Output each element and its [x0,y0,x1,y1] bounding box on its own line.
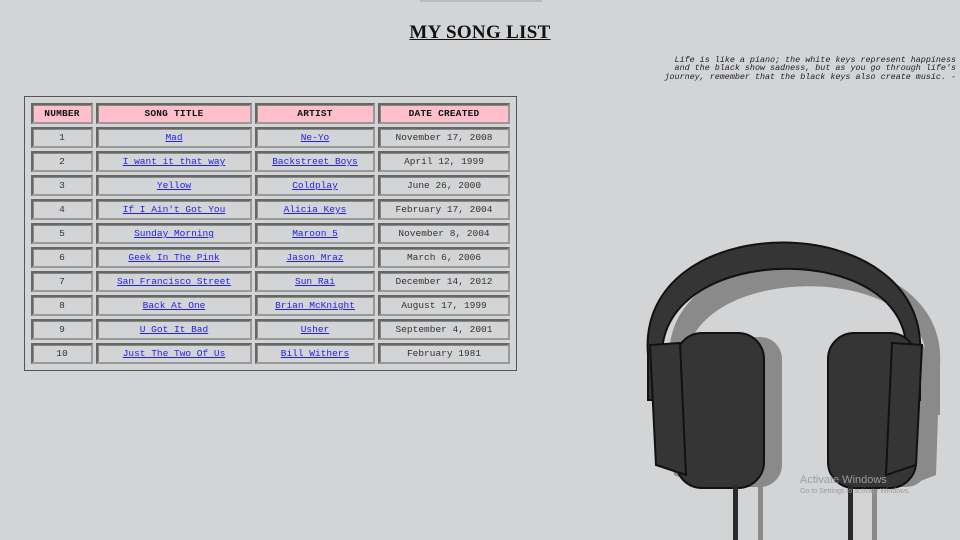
song-title-cell[interactable]: Sunday Morning [96,223,252,244]
number-cell: 7 [31,271,93,292]
table-row: 1 Mad Ne-Yo November 17, 2008 [31,127,510,148]
song-title-cell[interactable]: If I Ain't Got You [96,199,252,220]
header-song-title: SONG TITLE [96,103,252,124]
table-row: 5 Sunday Morning Maroon 5 November 8, 2004 [31,223,510,244]
date-created-cell: November 17, 2008 [378,127,510,148]
date-created-cell: April 12, 1999 [378,151,510,172]
song-title-cell[interactable]: Just The Two Of Us [96,343,252,364]
windows-watermark: Activate Windows Go to Settings to activ… [800,474,911,495]
date-created-cell: August 17, 1999 [378,295,510,316]
number-cell: 8 [31,295,93,316]
number-cell: 1 [31,127,93,148]
artist-link[interactable]: Sun Rai [295,276,335,287]
table-row: 10 Just The Two Of Us Bill Withers February… [31,343,510,364]
song-title-link[interactable]: Just The Two Of Us [123,348,226,359]
artist-link[interactable]: Jason Mraz [286,252,343,263]
song-title-cell[interactable]: I want it that way [96,151,252,172]
top-scroll-indicator [420,0,542,2]
date-created-cell: November 8, 2004 [378,223,510,244]
song-title-link[interactable]: Sunday Morning [134,228,214,239]
artist-link[interactable]: Coldplay [292,180,338,191]
song-title-link[interactable]: Geek In The Pink [128,252,219,263]
table-row: 4 If I Ain't Got You Alicia Keys February 1… [31,199,510,220]
table-row: 6 Geek In The Pink Jason Mraz March 6, 2006 [31,247,510,268]
number-cell: 9 [31,319,93,340]
artist-link[interactable]: Bill Withers [281,348,349,359]
header-number: NUMBER [31,103,93,124]
watermark-title: Activate Windows [800,474,887,486]
artist-link[interactable]: Usher [301,324,330,335]
artist-cell[interactable]: Bill Withers [255,343,375,364]
song-title-cell[interactable]: San Francisco Street [96,271,252,292]
header-artist: ARTIST [255,103,375,124]
date-created-cell: February 17, 2004 [378,199,510,220]
song-title-link[interactable]: Yellow [157,180,191,191]
artist-link[interactable]: Alicia Keys [284,204,347,215]
artist-cell[interactable]: Jason Mraz [255,247,375,268]
quote-text: Life is like a piano; the white keys rep… [664,55,957,82]
table-row: 7 San Francisco Street Sun Rai December 14,… [31,271,510,292]
table-row: 8 Back At One Brian McKnight August 17, 199… [31,295,510,316]
number-cell: 4 [31,199,93,220]
song-title-link[interactable]: U Got It Bad [140,324,208,335]
number-cell: 3 [31,175,93,196]
artist-cell[interactable]: Coldplay [255,175,375,196]
number-cell: 6 [31,247,93,268]
song-title-cell[interactable]: Geek In The Pink [96,247,252,268]
song-title-cell[interactable]: U Got It Bad [96,319,252,340]
date-created-cell: February 1981 [378,343,510,364]
song-title-cell[interactable]: Mad [96,127,252,148]
watermark-subtitle: Go to Settings to activate Windows. [800,488,911,495]
artist-cell[interactable]: Alicia Keys [255,199,375,220]
table-row: 2 I want it that way Backstreet Boys April … [31,151,510,172]
artist-link[interactable]: Backstreet Boys [272,156,358,167]
table-row: 3 Yellow Coldplay June 26, 2000 [31,175,510,196]
artist-cell[interactable]: Sun Rai [255,271,375,292]
song-title-link[interactable]: Back At One [143,300,206,311]
artist-link[interactable]: Maroon 5 [292,228,338,239]
song-title-link[interactable]: Mad [165,132,182,143]
number-cell: 2 [31,151,93,172]
header-date-created: DATE CREATED [378,103,510,124]
artist-link[interactable]: Ne-Yo [301,132,330,143]
artist-cell[interactable]: Backstreet Boys [255,151,375,172]
date-created-cell: March 6, 2006 [378,247,510,268]
song-table: NUMBER SONG TITLE ARTIST DATE CREATED 1 M… [28,100,513,367]
song-table-container: NUMBER SONG TITLE ARTIST DATE CREATED 1 M… [24,96,517,371]
table-row: 9 U Got It Bad Usher September 4, 2001 [31,319,510,340]
song-title-link[interactable]: I want it that way [123,156,226,167]
song-title-link[interactable]: San Francisco Street [117,276,231,287]
number-cell: 10 [31,343,93,364]
song-title-cell[interactable]: Yellow [96,175,252,196]
artist-cell[interactable]: Usher [255,319,375,340]
artist-link[interactable]: Brian McKnight [275,300,355,311]
date-created-cell: September 4, 2001 [378,319,510,340]
date-created-cell: December 14, 2012 [378,271,510,292]
table-header-row: NUMBER SONG TITLE ARTIST DATE CREATED [31,103,510,124]
artist-cell[interactable]: Maroon 5 [255,223,375,244]
song-title-cell[interactable]: Back At One [96,295,252,316]
number-cell: 5 [31,223,93,244]
artist-cell[interactable]: Brian McKnight [255,295,375,316]
page-title: MY SONG LIST [409,22,551,43]
song-title-link[interactable]: If I Ain't Got You [123,204,226,215]
date-created-cell: June 26, 2000 [378,175,510,196]
artist-cell[interactable]: Ne-Yo [255,127,375,148]
